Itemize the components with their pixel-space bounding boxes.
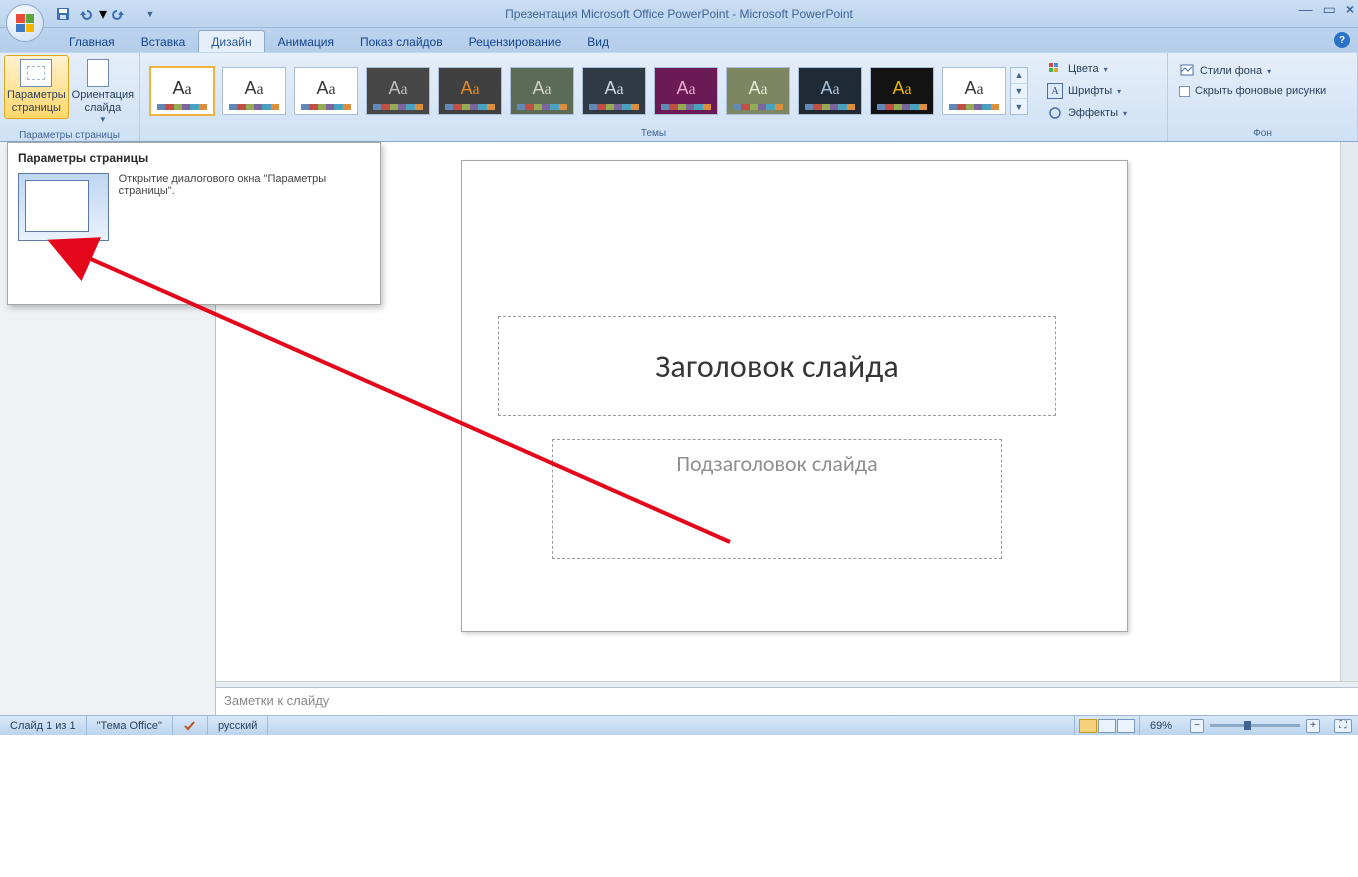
notes-pane[interactable]: Заметки к слайду [216, 687, 1358, 715]
office-button[interactable] [6, 4, 44, 42]
status-theme: "Тема Office" [87, 716, 173, 735]
theme-fonts-button[interactable]: A Шрифты ▾ [1044, 81, 1130, 101]
subtitle-placeholder[interactable]: Подзаголовок слайда [552, 439, 1002, 559]
view-normal-button[interactable] [1079, 719, 1097, 733]
title-bar: ▾ ▼ Презентация Microsoft Office PowerPo… [0, 0, 1358, 28]
tooltip-preview-icon [18, 173, 109, 241]
ribbon-tabs: Главная Вставка Дизайн Анимация Показ сл… [0, 28, 1358, 52]
theme-effects-label: Эффекты [1068, 107, 1118, 119]
theme-thumb-9[interactable]: Aa [798, 67, 862, 115]
tab-review[interactable]: Рецензирование [456, 30, 575, 52]
tooltip-page-setup: Параметры страницы Открытие диалогового … [7, 142, 381, 305]
theme-thumb-5[interactable]: Aa [510, 67, 574, 115]
theme-thumb-0[interactable]: Aa [150, 67, 214, 115]
tab-insert[interactable]: Вставка [128, 30, 199, 52]
app-title: Microsoft PowerPoint [739, 7, 852, 21]
fit-to-window-button[interactable]: ⛶ [1334, 719, 1352, 733]
orientation-button[interactable]: Ориентация слайда ▼ [69, 55, 137, 129]
ribbon: Параметры страницы Ориентация слайда ▼ П… [0, 52, 1358, 142]
tooltip-text: Открытие диалогового окна "Параметры стр… [119, 173, 370, 241]
chevron-down-icon: ▼ [99, 115, 107, 125]
orientation-label: Ориентация слайда [72, 89, 134, 115]
fonts-icon: A [1047, 83, 1063, 99]
zoom-in-button[interactable]: + [1306, 719, 1320, 733]
orientation-icon [87, 59, 119, 87]
tab-animation[interactable]: Анимация [265, 30, 347, 52]
qat-redo[interactable] [109, 3, 131, 25]
view-buttons [1074, 716, 1140, 735]
chevron-down-icon: ▾ [1123, 109, 1127, 118]
theme-thumb-11[interactable]: Aa [942, 67, 1006, 115]
page-setup-button[interactable]: Параметры страницы [4, 55, 69, 119]
zoom-percent[interactable]: 69% [1140, 716, 1182, 735]
tooltip-title: Параметры страницы [8, 143, 380, 169]
theme-effects-button[interactable]: Эффекты ▾ [1044, 103, 1130, 123]
title-placeholder-text: Заголовок слайда [655, 347, 899, 386]
maximize-button[interactable]: ▭ [1323, 2, 1336, 16]
theme-colors-button[interactable]: Цвета ▾ [1044, 59, 1130, 79]
window-title: Презентация Microsoft Office PowerPoint … [0, 7, 1358, 21]
theme-thumb-8[interactable]: Aa [726, 67, 790, 115]
checkbox-icon [1179, 86, 1190, 97]
group-page-setup-label: Параметры страницы [4, 129, 135, 143]
theme-colors-label: Цвета [1068, 63, 1099, 75]
view-slideshow-button[interactable] [1117, 719, 1135, 733]
tab-view[interactable]: Вид [574, 30, 622, 52]
zoom-slider[interactable] [1210, 724, 1300, 727]
group-background-label: Фон [1172, 127, 1353, 141]
chevron-down-icon: ▾ [1267, 67, 1271, 76]
title-placeholder[interactable]: Заголовок слайда [498, 316, 1056, 416]
background-styles-icon [1179, 63, 1195, 79]
theme-thumb-7[interactable]: Aa [654, 67, 718, 115]
colors-icon [1047, 61, 1063, 77]
background-styles-button[interactable]: Стили фона ▾ [1176, 61, 1329, 81]
themes-scroll: ▲ ▼ ▼ [1010, 67, 1028, 115]
qat-dropdown[interactable]: ▼ [139, 3, 161, 25]
help-button[interactable]: ? [1334, 32, 1350, 48]
close-button[interactable]: × [1346, 2, 1354, 16]
minimize-button[interactable]: — [1299, 2, 1313, 16]
slide[interactable]: Заголовок слайда Подзаголовок слайда [461, 160, 1128, 632]
document-title: Презентация Microsoft Office PowerPoint [505, 7, 729, 21]
themes-gallery[interactable]: Aa Aa Aa Aa Aa Aa Aa Aa Aa Aa Aa Aa [150, 67, 1014, 115]
quick-access-toolbar: ▾ ▼ [52, 0, 161, 27]
chevron-down-icon: ▾ [1104, 65, 1108, 74]
background-styles-label: Стили фона [1200, 65, 1262, 77]
subtitle-placeholder-text: Подзаголовок слайда [553, 450, 1001, 477]
tab-slideshow[interactable]: Показ слайдов [347, 30, 456, 52]
themes-scroll-up[interactable]: ▲ [1011, 68, 1027, 84]
theme-thumb-3[interactable]: Aa [366, 67, 430, 115]
status-bar: Слайд 1 из 1 "Тема Office" русский 69% −… [0, 715, 1358, 735]
chevron-down-icon[interactable]: ▾ [98, 3, 108, 25]
tab-home[interactable]: Главная [56, 30, 128, 52]
theme-thumb-4[interactable]: Aa [438, 67, 502, 115]
theme-thumb-2[interactable]: Aa [294, 67, 358, 115]
theme-thumb-10[interactable]: Aa [870, 67, 934, 115]
hide-bg-graphics-label: Скрыть фоновые рисунки [1195, 85, 1326, 97]
hide-bg-graphics-checkbox[interactable]: Скрыть фоновые рисунки [1176, 83, 1329, 99]
qat-undo[interactable] [75, 3, 97, 25]
page-setup-label: Параметры страницы [7, 89, 66, 115]
zoom-out-button[interactable]: − [1190, 719, 1204, 733]
view-sorter-button[interactable] [1098, 719, 1116, 733]
theme-thumb-6[interactable]: Aa [582, 67, 646, 115]
status-slide-number: Слайд 1 из 1 [0, 716, 87, 735]
themes-more[interactable]: ▼ [1011, 99, 1027, 114]
qat-save[interactable] [52, 3, 74, 25]
slide-canvas[interactable]: Заголовок слайда Подзаголовок слайда [216, 142, 1340, 681]
group-themes-label: Темы [144, 127, 1163, 141]
theme-thumb-1[interactable]: Aa [222, 67, 286, 115]
vertical-scrollbar[interactable] [1340, 142, 1358, 681]
themes-scroll-down[interactable]: ▼ [1011, 84, 1027, 100]
chevron-down-icon: ▾ [1117, 87, 1121, 96]
status-language[interactable]: русский [208, 716, 268, 735]
effects-icon [1047, 105, 1063, 121]
page-setup-icon [20, 59, 52, 87]
theme-fonts-label: Шрифты [1068, 85, 1112, 97]
status-spellcheck[interactable] [173, 716, 208, 735]
tab-design[interactable]: Дизайн [198, 30, 264, 52]
